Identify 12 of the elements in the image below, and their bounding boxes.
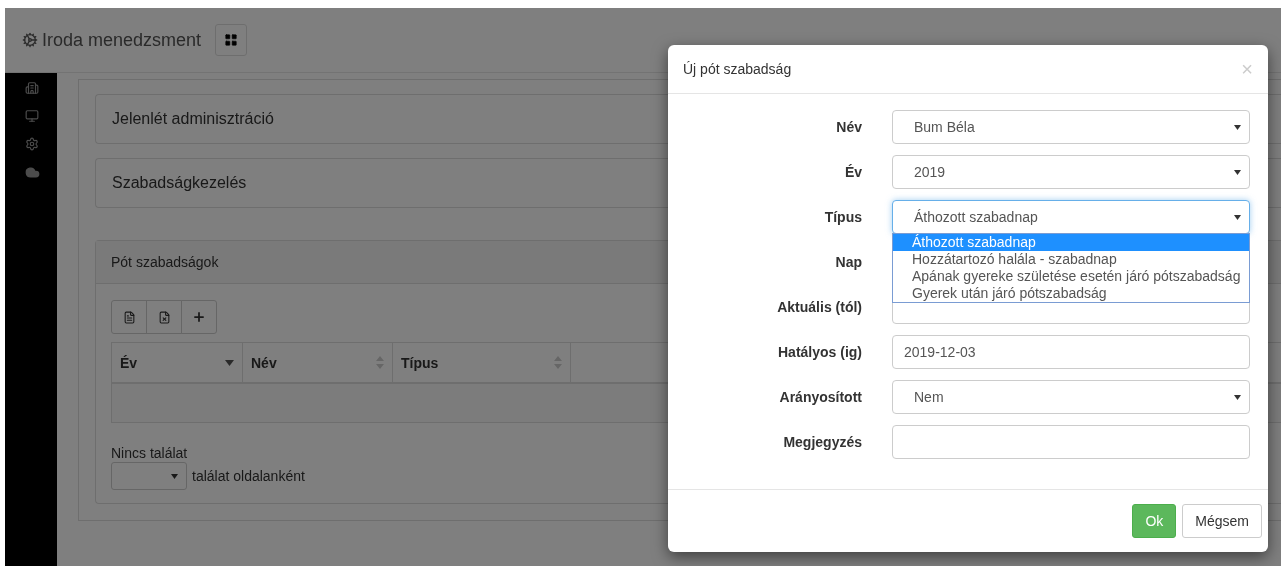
empty-message: Nincs találat [111, 445, 189, 461]
field-label: Aktuális (tól) [776, 299, 863, 315]
app-title: Iroda menedzsment [22, 29, 202, 51]
field-label: Név [835, 119, 863, 135]
field-label: Év [843, 164, 863, 180]
field-label: Nap [834, 254, 863, 270]
field-label: Megjegyzés [782, 434, 863, 450]
field-label: Hatályos (ig) [777, 344, 863, 360]
page-size-label: találat oldalanként [192, 468, 305, 484]
dialog-title: Új pót szabadság [683, 61, 792, 77]
field-label: Típus [823, 209, 863, 225]
field-label: Arányosított [778, 389, 863, 405]
